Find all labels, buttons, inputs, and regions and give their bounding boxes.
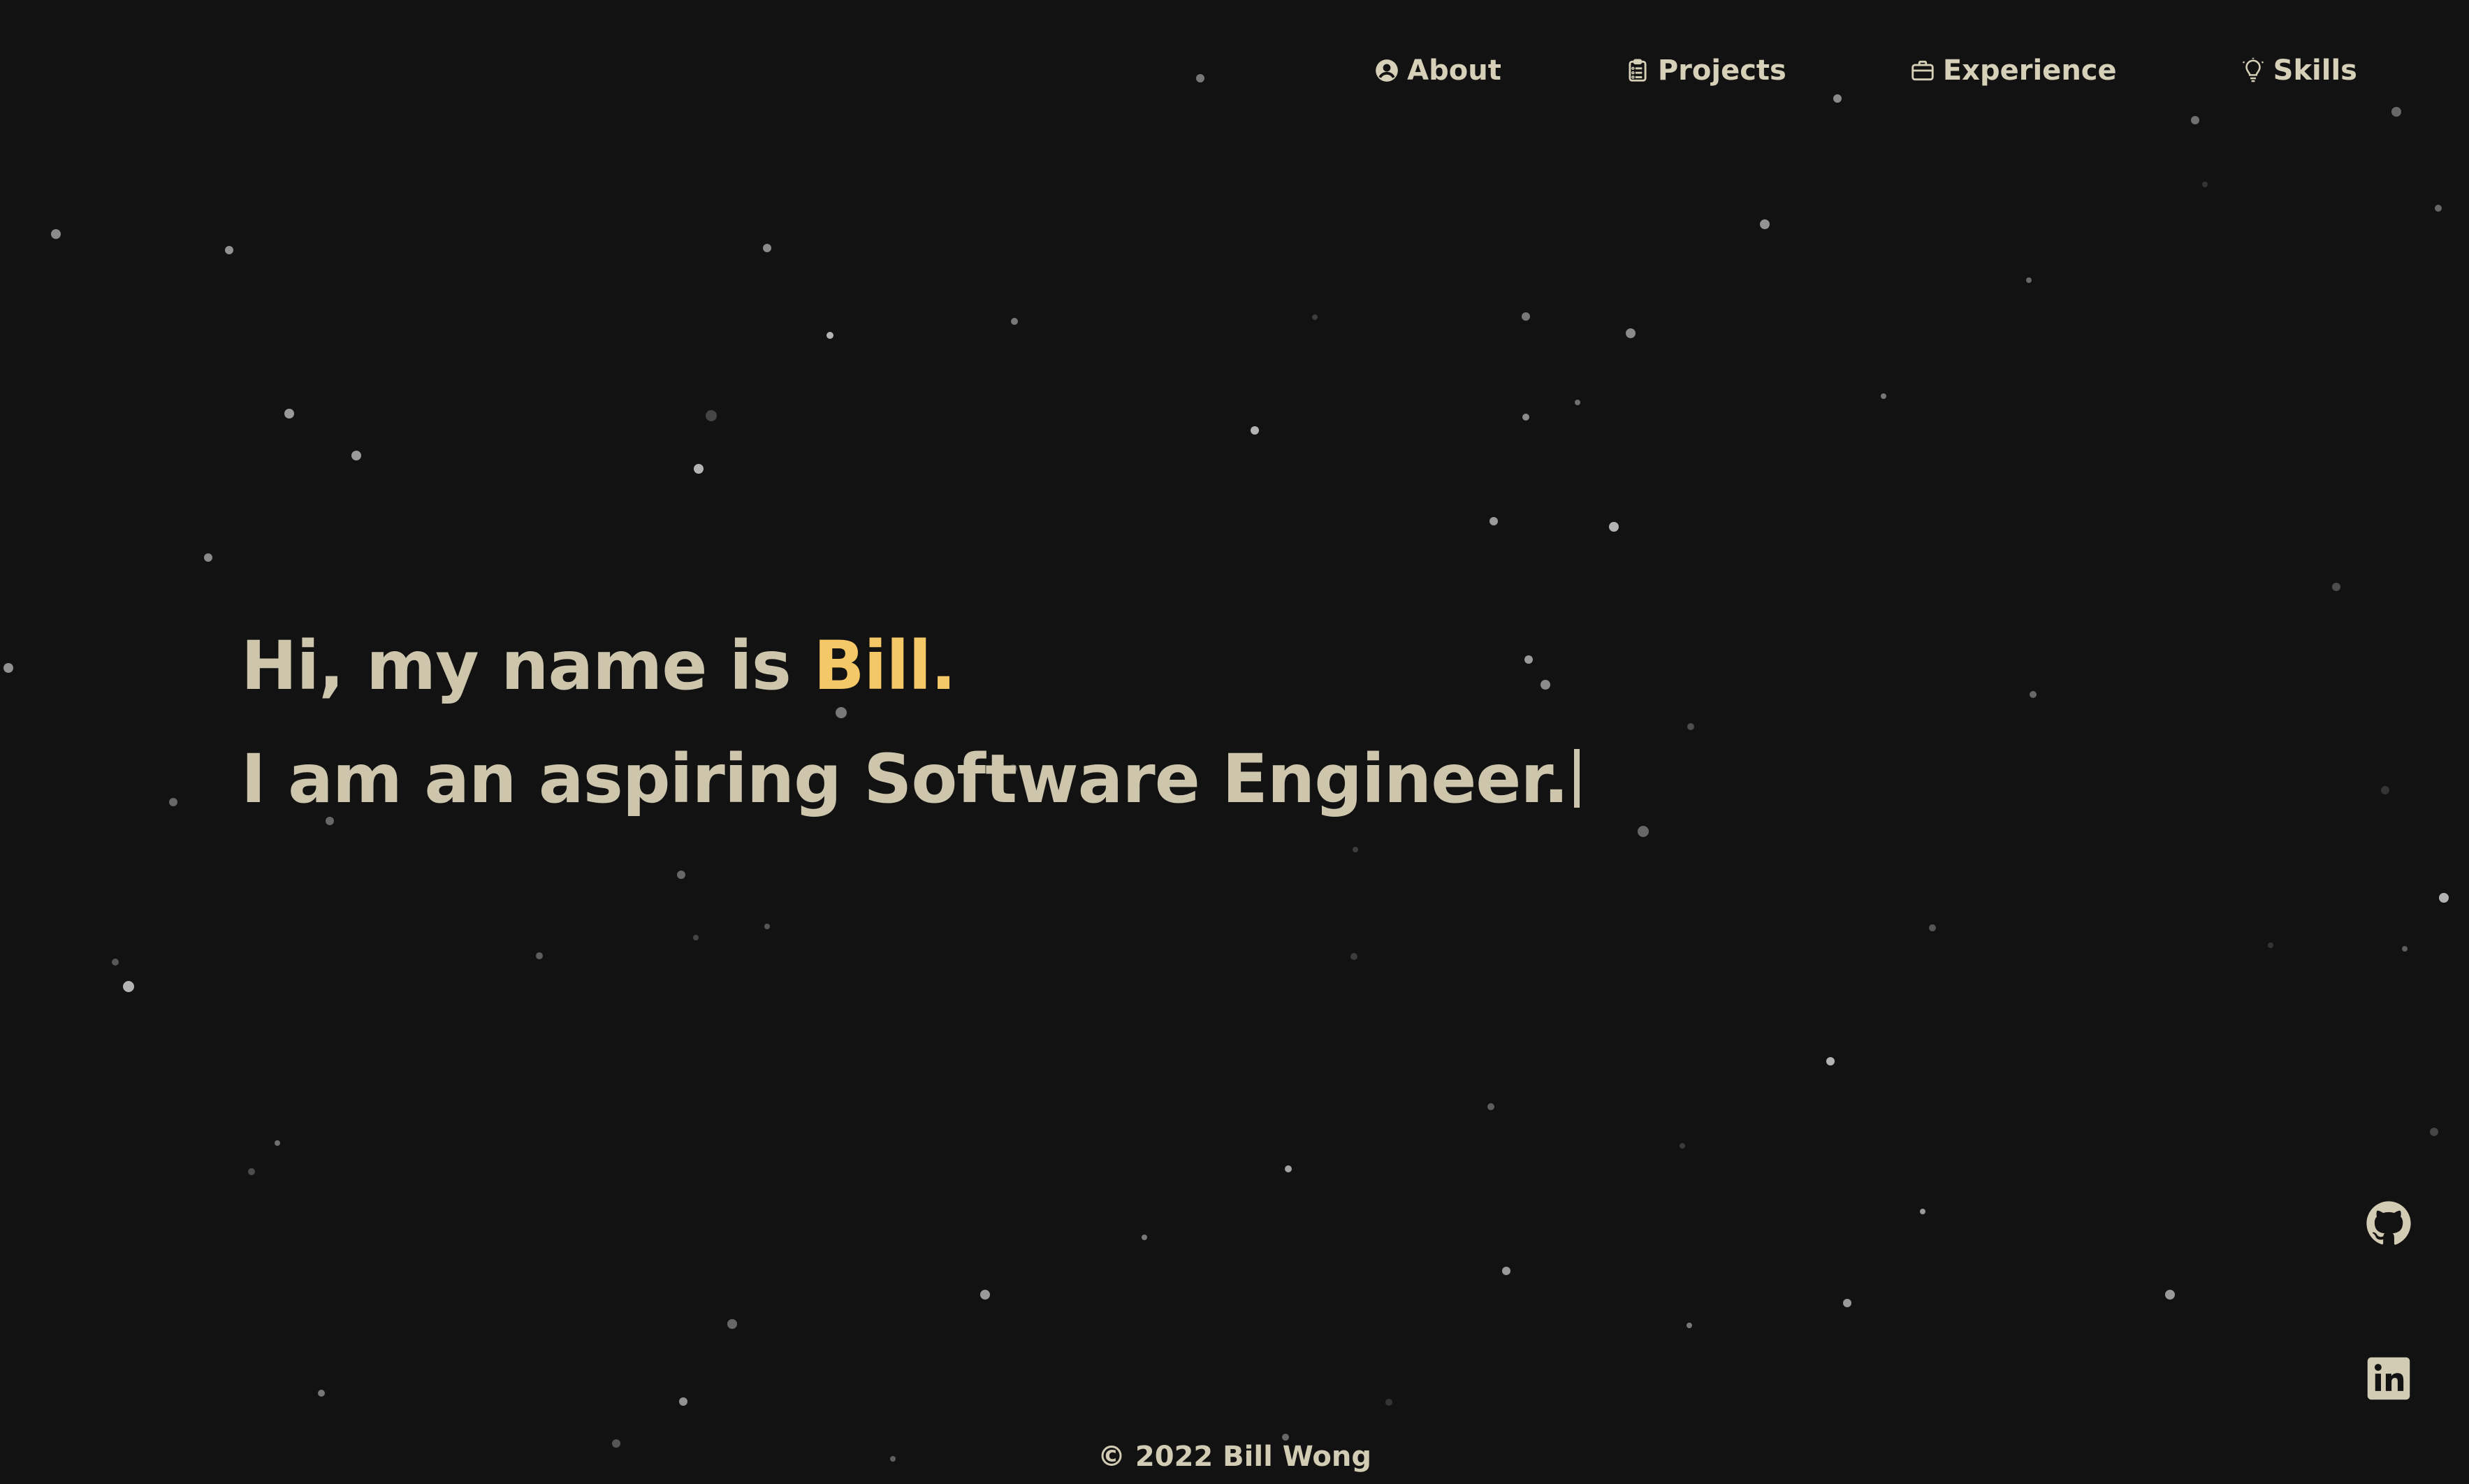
star-dot [2381,786,2389,794]
star-dot [1011,318,1018,325]
star-dot [1282,1434,1289,1441]
star-dot [248,1168,255,1175]
github-link[interactable] [2364,1199,2413,1248]
star-dot [826,332,833,339]
star-dot [1312,314,1318,320]
lightbulb-icon [2240,57,2266,84]
top-navigation: About Projects Experience Skills [1374,54,2357,87]
star-dot [1826,1057,1835,1065]
star-dot [1881,393,1886,399]
star-dot [51,229,61,239]
star-dot [123,981,134,992]
nav-projects[interactable]: Projects [1624,54,1786,87]
linkedin-link[interactable] [2364,1354,2413,1403]
star-dot [2026,277,2032,283]
star-dot [1760,219,1770,229]
star-dot [2435,205,2442,212]
star-dot [2030,691,2037,698]
star-dot [1522,312,1530,321]
star-dot [2191,116,2199,124]
hero-name: Bill [813,627,931,705]
star-dot [980,1290,990,1300]
star-dot [1833,94,1842,103]
star-dot [318,1390,325,1397]
star-dot [1920,1209,1925,1214]
footer: © 2022 Bill Wong [0,1441,2469,1473]
star-dot [204,553,212,562]
nav-skills[interactable]: Skills [2240,54,2357,87]
star-dot [2402,946,2408,952]
star-dot [351,451,361,460]
briefcase-icon [1909,57,1936,84]
star-dot [536,952,543,959]
star-dot [1687,1323,1692,1328]
hero-greeting: Hi, my name is Bill. [241,632,1580,699]
star-dot [677,871,685,879]
nav-experience[interactable]: Experience [1909,54,2117,87]
nav-experience-label: Experience [1942,54,2117,87]
star-dot [1609,522,1619,532]
nav-projects-label: Projects [1657,54,1786,87]
star-dot [1522,414,1529,421]
star-dot [2268,943,2273,948]
star-dot [1680,1143,1685,1149]
star-dot [1687,723,1694,730]
star-dot [3,663,13,673]
nav-skills-label: Skills [2273,54,2357,87]
github-icon [2366,1200,2412,1246]
star-dot [1490,517,1498,525]
star-dot [763,244,771,252]
typing-cursor [1573,749,1580,808]
star-dot [112,959,119,966]
nav-about[interactable]: About [1374,54,1501,87]
copyright-text: © 2022 Bill Wong [1097,1441,1371,1473]
star-dot [2439,893,2449,903]
star-dot [693,935,699,940]
star-dot [764,924,770,929]
star-dot [1638,826,1649,837]
star-dot [1385,1399,1392,1406]
star-dot [2332,583,2340,591]
star-dot [1196,74,1204,82]
clipboard-list-icon [1624,57,1651,84]
star-dot [1502,1267,1510,1275]
star-dot [275,1140,280,1146]
linkedin-icon [2366,1355,2412,1402]
star-dot [1251,426,1259,435]
star-dot [1142,1235,1147,1240]
star-dot [2202,182,2208,187]
hero-name-suffix: . [931,627,956,705]
star-dot [1350,953,1357,960]
star-dot [225,246,233,254]
hero-tagline-line: I am an aspiring Software Engineer. [241,745,1580,813]
star-dot [706,410,717,421]
greeting-prefix: Hi, my name is [241,627,814,705]
star-dot [169,798,177,806]
star-dot [1843,1299,1851,1307]
hero-tagline: I am an aspiring Software Engineer. [241,740,1569,818]
star-dot [2165,1290,2175,1300]
star-dot [727,1319,737,1329]
star-dot [1575,400,1580,405]
star-dot [1353,847,1358,852]
user-circle-icon [1374,57,1400,84]
star-dot [2391,107,2401,117]
hero-section: Hi, my name is Bill. I am an aspiring So… [241,632,1580,813]
star-dot [694,464,704,474]
star-dot [1487,1103,1494,1110]
star-dot [679,1397,687,1406]
star-dot [1626,328,1636,338]
nav-about-label: About [1407,54,1501,87]
star-dot [1285,1165,1292,1172]
star-dot [2430,1128,2438,1136]
star-dot [284,409,294,419]
star-dot [1929,924,1936,931]
